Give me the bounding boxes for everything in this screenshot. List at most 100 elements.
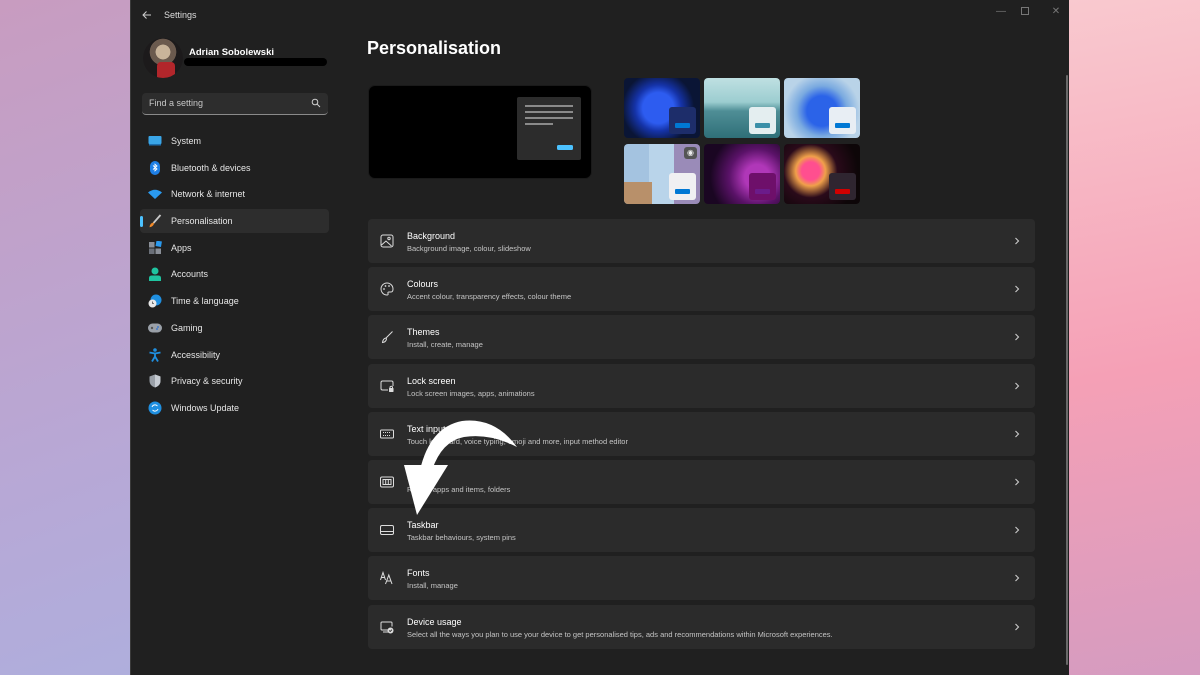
paintbrush-icon: [148, 214, 162, 228]
row-colours[interactable]: Colours Accent colour, transparency effe…: [368, 267, 1035, 312]
monitor-icon: [148, 134, 162, 148]
avatar[interactable]: [143, 38, 183, 78]
row-background[interactable]: Background Background image, colour, sli…: [368, 219, 1035, 263]
row-title: Text input: [407, 423, 446, 434]
row-subtitle: Touch keyboard, voice typing, emoji and …: [407, 436, 628, 446]
chevron-right-icon: [1015, 285, 1020, 293]
keyboard-icon: [380, 429, 394, 439]
person-icon: [148, 267, 162, 282]
sidebar-item-windows-update[interactable]: Windows Update: [140, 396, 329, 420]
search-box[interactable]: [142, 93, 328, 115]
scrollbar[interactable]: [1066, 75, 1068, 665]
sidebar-item-time-language[interactable]: Time & language: [140, 289, 329, 313]
sidebar-item-label: Personalisation: [171, 216, 233, 227]
title-bar: Settings — ✕: [131, 0, 1069, 32]
row-taskbar[interactable]: Taskbar Taskbar behaviours, system pins: [368, 508, 1035, 553]
email-redaction: [184, 58, 327, 66]
lock-screen-icon: [380, 380, 394, 392]
sidebar-item-bluetooth[interactable]: Bluetooth & devices: [140, 156, 329, 180]
theme-thumbnail[interactable]: [704, 144, 780, 204]
sidebar-nav: System Bluetooth & devices Network & int…: [140, 129, 329, 423]
search-input[interactable]: [142, 93, 292, 113]
row-title: Fonts: [407, 568, 430, 579]
row-title: Background: [407, 231, 456, 241]
preview-line: [525, 105, 573, 107]
theme-tile: [829, 173, 856, 200]
row-subtitle: Taskbar behaviours, system pins: [407, 533, 516, 543]
refresh-icon: [148, 401, 162, 415]
row-device-usage[interactable]: Device usage Select all the ways you pla…: [368, 604, 1035, 649]
sidebar-item-accounts[interactable]: Accounts: [140, 262, 329, 286]
row-title: Taskbar: [407, 520, 439, 531]
gamepad-icon: [148, 321, 162, 335]
chevron-right-icon: [1015, 623, 1020, 630]
sidebar-item-gaming[interactable]: Gaming: [140, 316, 329, 340]
palette-icon: [380, 282, 394, 296]
app-title: Settings: [164, 10, 197, 20]
row-title: Lock screen: [407, 375, 456, 386]
wifi-icon: [148, 187, 162, 201]
theme-gallery: ◉: [624, 78, 861, 205]
theme-thumbnail[interactable]: [704, 78, 780, 138]
apps-icon: [148, 241, 162, 255]
row-themes[interactable]: Themes Install, create, manage: [368, 315, 1035, 360]
row-fonts[interactable]: Fonts Install, manage: [368, 556, 1035, 601]
sidebar-item-label: Accessibility: [171, 349, 221, 360]
chevron-right-icon: [1015, 526, 1020, 534]
sidebar-item-label: System: [171, 136, 202, 146]
theme-thumbnail[interactable]: [784, 144, 860, 204]
row-start[interactable]: Start Recent apps and items, folders: [368, 459, 1035, 504]
page-title: Personalisation: [367, 38, 502, 58]
chevron-right-icon: [1015, 382, 1020, 389]
search-icon[interactable]: [311, 98, 321, 108]
theme-thumbnail[interactable]: ◉: [624, 144, 700, 204]
sidebar-item-label: Bluetooth & devices: [171, 162, 251, 173]
taskbar-icon: [380, 525, 394, 536]
row-subtitle: Lock screen images, apps, animations: [407, 388, 535, 398]
settings-window: Settings — ✕ Adrian Sobolewski System Bl…: [130, 0, 1069, 675]
sidebar-item-personalisation[interactable]: Personalisation: [140, 209, 329, 234]
sidebar-item-network[interactable]: Network & internet: [140, 182, 329, 206]
sidebar-item-label: Network & internet: [171, 189, 246, 200]
row-title: Themes: [407, 327, 440, 338]
back-button[interactable]: [139, 8, 155, 24]
user-name: Adrian Sobolewski: [189, 47, 274, 58]
shield-icon: [148, 374, 162, 388]
camera-icon: ◉: [684, 147, 697, 159]
sidebar-item-apps[interactable]: Apps: [140, 236, 329, 260]
sidebar-item-accessibility[interactable]: Accessibility: [140, 343, 329, 367]
globe-clock-icon: [148, 294, 162, 308]
accessibility-icon: [148, 347, 162, 362]
chevron-right-icon: [1015, 574, 1020, 582]
close-button[interactable]: ✕: [1042, 4, 1070, 20]
preview-line: [525, 117, 573, 119]
theme-thumbnail[interactable]: [624, 78, 700, 138]
preview-window: [517, 97, 581, 160]
preview-line: [525, 123, 553, 125]
sidebar-item-label: Time & language: [171, 296, 239, 307]
brush-icon: [381, 331, 393, 344]
chevron-right-icon: [1015, 237, 1020, 245]
sidebar-item-label: Gaming: [171, 322, 203, 333]
sidebar-item-system[interactable]: System: [140, 129, 329, 153]
theme-thumbnail[interactable]: [784, 78, 860, 138]
row-lock-screen[interactable]: Lock screen Lock screen images, apps, an…: [368, 363, 1035, 408]
image-icon: [380, 234, 394, 248]
sidebar-item-privacy-security[interactable]: Privacy & security: [140, 369, 329, 393]
row-subtitle: Install, manage: [407, 581, 458, 591]
row-subtitle: Select all the ways you plan to use your…: [407, 629, 833, 639]
arrow-left-icon: [142, 11, 151, 19]
row-title: Start: [407, 471, 427, 482]
theme-tile: [829, 107, 856, 134]
sidebar-item-label: Privacy & security: [171, 376, 243, 387]
preview-accent-button: [557, 145, 573, 150]
maximize-button[interactable]: [1011, 4, 1039, 20]
row-text-input[interactable]: Text input Touch keyboard, voice typing,…: [368, 411, 1035, 456]
desktop-wallpaper-right: [1069, 0, 1200, 675]
sidebar-item-label: Accounts: [171, 269, 209, 280]
theme-tile: [749, 107, 776, 134]
row-title: Device usage: [407, 616, 462, 627]
theme-tile: [669, 173, 696, 200]
maximize-icon: [1021, 7, 1029, 16]
sidebar-item-label: Apps: [171, 242, 192, 253]
